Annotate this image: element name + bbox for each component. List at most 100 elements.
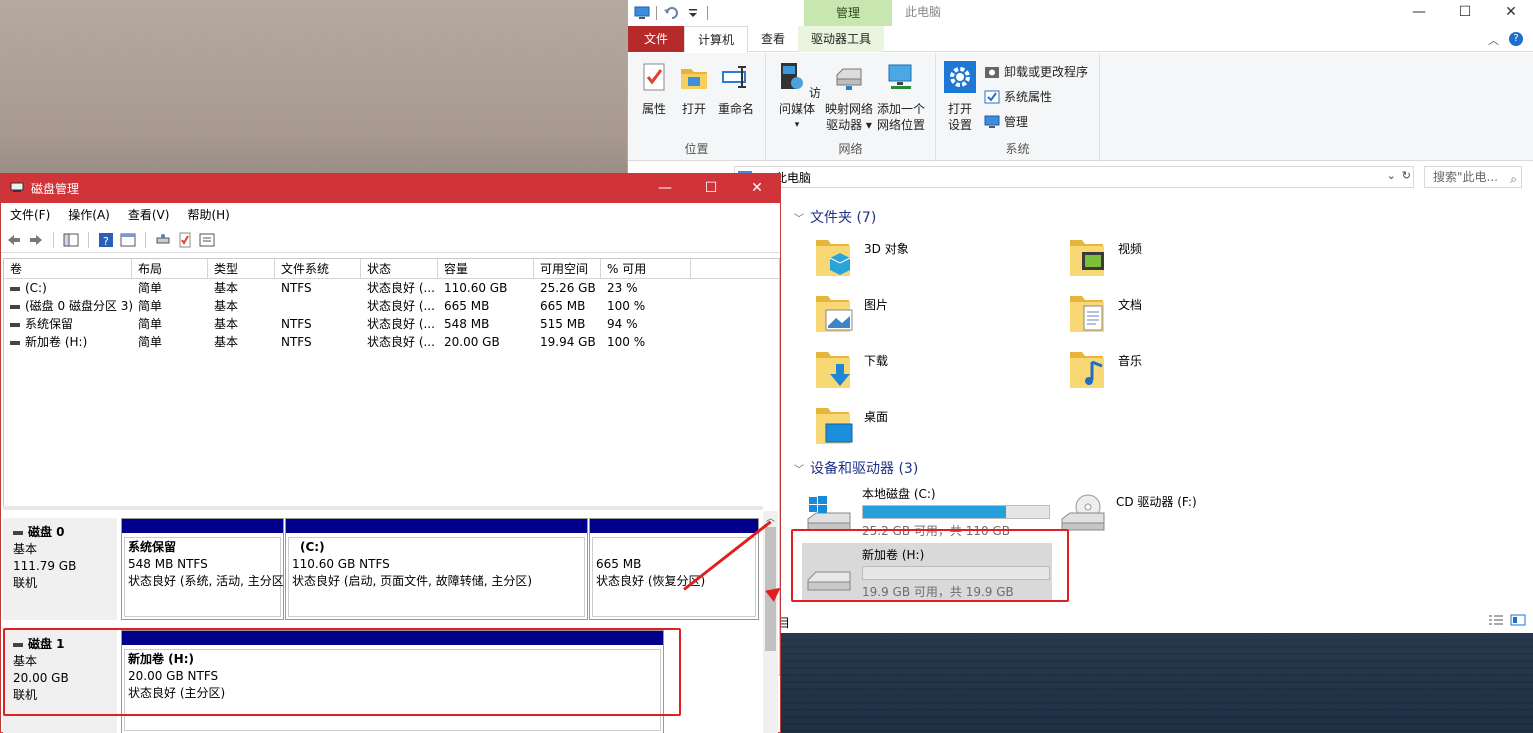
folder-documents[interactable]: 文档	[1068, 292, 1142, 336]
drive-f[interactable]: CD 驱动器 (F:)	[1060, 485, 1306, 533]
search-icon[interactable]: ⌕	[1510, 169, 1517, 189]
partition-recovery[interactable]: 665 MB 状态良好 (恢复分区)	[589, 518, 759, 620]
cell: (C:)	[25, 281, 47, 295]
uninstall-programs-button[interactable]: 卸载或更改程序	[984, 63, 1088, 80]
access-media-button[interactable]: 访问媒体 ▾	[772, 61, 822, 133]
forward-icon[interactable]	[28, 232, 44, 248]
menu-action[interactable]: 操作(A)	[59, 204, 119, 226]
properties-label: 属性	[641, 102, 666, 116]
maximize-button[interactable]: ☐	[688, 174, 734, 202]
tiles-view-icon[interactable]	[1510, 614, 1526, 626]
cell: 基本	[214, 299, 239, 313]
table-row[interactable]: 新加卷 (H:) 简单 基本 NTFS 状态良好 (... 20.00 GB 1…	[4, 333, 779, 351]
devices-section-header[interactable]: ﹀ 设备和驱动器 (3)	[794, 458, 918, 478]
details-view-icon[interactable]	[1488, 614, 1504, 626]
column-header[interactable]: 卷	[4, 259, 132, 278]
minimize-button[interactable]: —	[1396, 0, 1442, 24]
column-header[interactable]: 布局	[132, 259, 208, 278]
ribbon-group-label: 网络	[838, 142, 863, 156]
menu-file[interactable]: 文件(F)	[1, 204, 59, 226]
properties-pane-icon[interactable]	[120, 232, 136, 248]
devices-header-label: 设备和驱动器 (3)	[810, 461, 919, 477]
tab-drive-tools[interactable]: 驱动器工具	[798, 26, 885, 52]
cell: 515 MB	[540, 317, 586, 331]
volume-icon	[10, 304, 20, 309]
ribbon-group-label: 位置	[684, 142, 709, 156]
column-header[interactable]: 可用空间	[534, 259, 601, 278]
properties-icon	[643, 63, 665, 91]
music-folder-icon	[1070, 352, 1104, 388]
add-network-location-button[interactable]: 添加一个 网络位置	[876, 61, 926, 133]
volume-icon	[10, 340, 20, 345]
properties-button[interactable]: 属性	[638, 61, 670, 117]
address-bar[interactable]: 此电脑 ⌄ ↻	[734, 166, 1414, 188]
manage-button[interactable]: 管理	[984, 113, 1028, 130]
folder-label: 文档	[1118, 298, 1143, 312]
partition-c[interactable]: (C:) 110.60 GB NTFS 状态良好 (启动, 页面文件, 故障转储…	[285, 518, 588, 620]
cell: 基本	[214, 335, 239, 349]
column-header[interactable]: 状态	[361, 259, 438, 278]
check-properties-icon[interactable]	[177, 232, 193, 248]
back-icon[interactable]	[6, 232, 22, 248]
menu-help[interactable]: 帮助(H)	[178, 204, 238, 226]
vertical-scrollbar[interactable]: ︿	[763, 511, 778, 733]
column-header[interactable]: 文件系统	[275, 259, 361, 278]
manage-label: 管理	[1004, 115, 1029, 129]
ribbon-controls: ︿ ?	[1488, 32, 1523, 48]
help-icon[interactable]: ?	[1509, 32, 1523, 46]
close-button[interactable]: ✕	[734, 174, 780, 202]
address-dropdown-icon[interactable]: ⌄	[1387, 169, 1396, 182]
maximize-button[interactable]: ☐	[1442, 0, 1488, 24]
folder-videos[interactable]: 视频	[1068, 236, 1142, 280]
refresh-icon[interactable]: ↻	[1402, 169, 1411, 182]
folder-3d-objects[interactable]: 3D 对象	[814, 236, 909, 280]
table-row[interactable]: 系统保留 简单 基本 NTFS 状态良好 (... 548 MB 515 MB …	[4, 315, 779, 333]
disk-0-label[interactable]: 磁盘 0 基本 111.79 GB 联机	[3, 518, 117, 620]
table-row[interactable]: (C:) 简单 基本 NTFS 状态良好 (... 110.60 GB 25.2…	[4, 279, 779, 297]
settings-list-icon[interactable]	[199, 232, 215, 248]
column-header[interactable]: 容量	[438, 259, 534, 278]
partition-name: 系统保留	[128, 540, 177, 554]
show-hide-tree-icon[interactable]	[63, 232, 79, 248]
folder-pictures[interactable]: 图片	[814, 292, 888, 336]
column-header[interactable]: 类型	[208, 259, 275, 278]
rescan-disks-icon[interactable]	[155, 232, 171, 248]
table-row[interactable]: (磁盘 0 磁盘分区 3) 简单 基本 状态良好 (... 665 MB 665…	[4, 297, 779, 315]
open-label: 打开	[681, 102, 706, 116]
computer-manage-icon	[984, 115, 1000, 128]
undo-icon[interactable]	[663, 6, 679, 20]
close-button[interactable]: ✕	[1488, 0, 1533, 24]
partition-stripe	[122, 519, 283, 533]
column-header[interactable]: % 可用	[601, 259, 691, 278]
open-button[interactable]: 打开	[678, 61, 710, 117]
qat-dropdown-icon[interactable]	[685, 6, 701, 20]
collapse-chevron-icon[interactable]: ﹀	[794, 210, 804, 225]
tab-view[interactable]: 查看	[748, 26, 798, 52]
folders-section-header[interactable]: ﹀ 文件夹 (7)	[794, 207, 876, 227]
open-settings-button[interactable]: 打开 设置	[944, 61, 976, 133]
rename-button[interactable]: 重命名	[716, 61, 756, 117]
menu-view[interactable]: 查看(V)	[119, 204, 179, 226]
system-properties-button[interactable]: 系统属性	[984, 88, 1052, 105]
partition-system-reserved[interactable]: 系统保留 548 MB NTFS 状态良好 (系统, 活动, 主分区)	[121, 518, 284, 620]
search-box[interactable]: 搜索"此电... ⌕	[1424, 166, 1522, 188]
help-icon[interactable]: ?	[98, 232, 114, 248]
cell: NTFS	[281, 335, 312, 349]
manage-context-tab[interactable]: 管理	[804, 0, 892, 26]
folder-downloads[interactable]: 下载	[814, 348, 888, 392]
map-drive-button[interactable]: 映射网络 驱动器 ▾	[824, 61, 874, 133]
computer-icon[interactable]	[634, 6, 650, 20]
cell: 100 %	[607, 335, 646, 349]
tab-computer[interactable]: 计算机	[684, 26, 749, 53]
collapse-ribbon-icon[interactable]: ︿	[1488, 32, 1499, 48]
disk-state: 联机	[13, 576, 38, 590]
cell: 665 MB	[444, 299, 490, 313]
disk-type: 基本	[13, 542, 38, 556]
highlight-box-drive-h	[791, 529, 1069, 602]
qat-separator	[707, 6, 708, 20]
tab-file[interactable]: 文件	[628, 26, 684, 52]
minimize-button[interactable]: —	[642, 174, 688, 202]
folder-desktop[interactable]: 桌面	[814, 404, 888, 448]
folder-music[interactable]: 音乐	[1068, 348, 1142, 392]
collapse-chevron-icon[interactable]: ﹀	[794, 461, 804, 476]
